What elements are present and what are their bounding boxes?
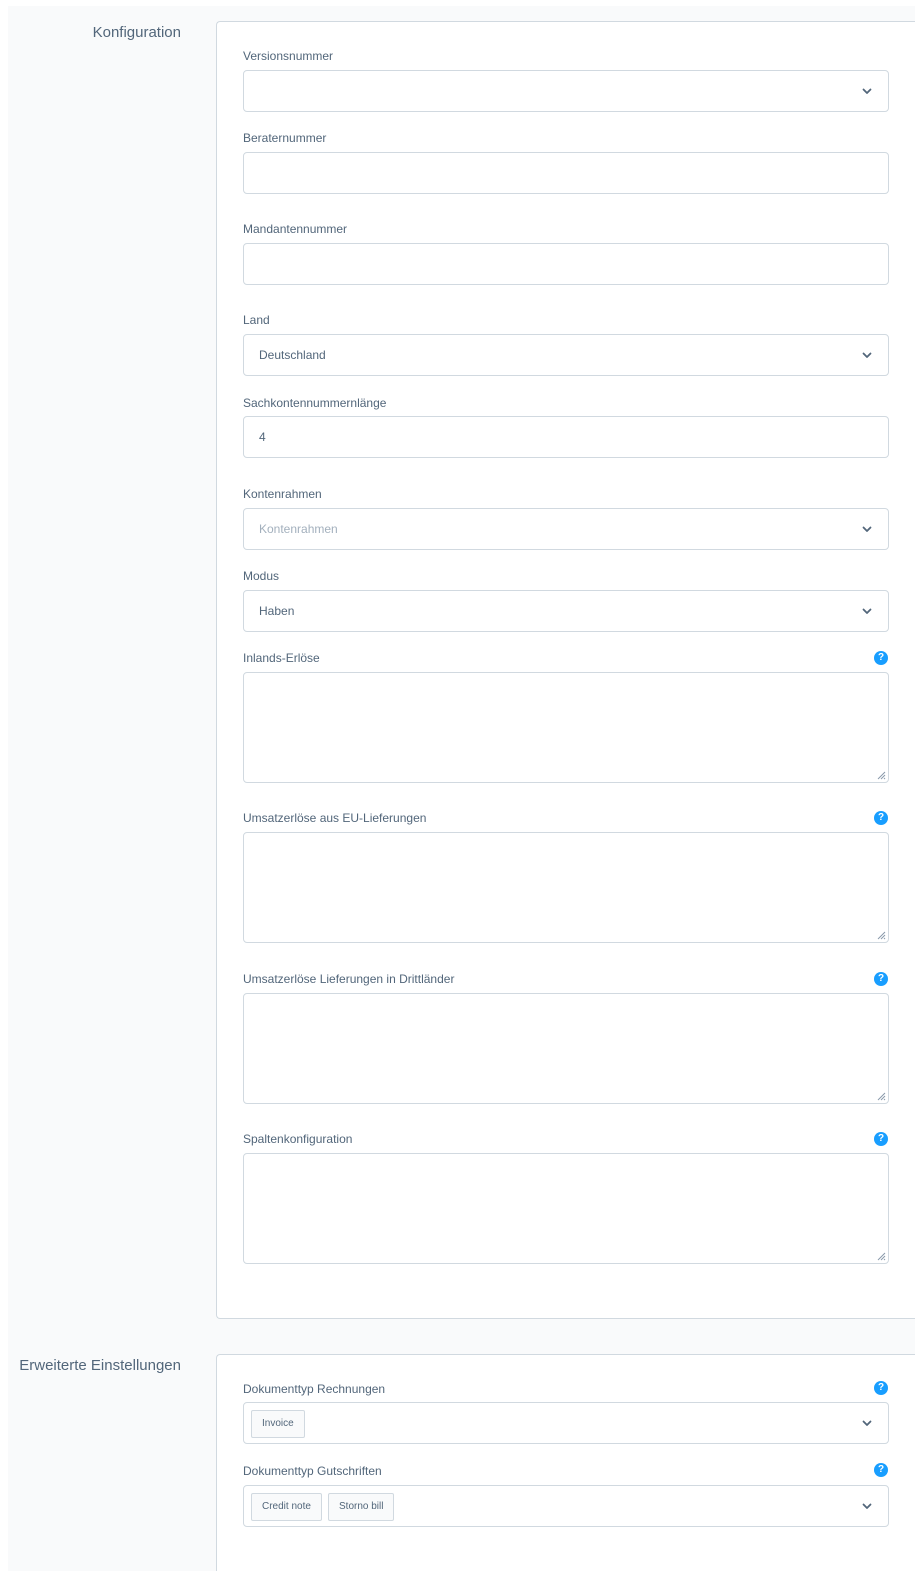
mode-value: Haben <box>259 604 295 618</box>
selected-tag-storno-bill[interactable]: Storno bill <box>328 1493 395 1521</box>
domestic-revenue-textarea[interactable] <box>243 672 889 783</box>
resize-handle-icon[interactable] <box>876 930 886 940</box>
third-country-revenue-label: Umsatzerlöse Lieferungen in Drittländer <box>243 972 455 986</box>
chevron-down-icon <box>862 88 872 94</box>
help-icon[interactable]: ? <box>874 972 888 986</box>
resize-handle-icon[interactable] <box>876 770 886 780</box>
resize-handle-icon[interactable] <box>876 1251 886 1261</box>
account-length-value: 4 <box>259 430 266 444</box>
help-icon[interactable]: ? <box>874 811 888 825</box>
resize-handle-icon[interactable] <box>876 1091 886 1101</box>
help-icon[interactable]: ? <box>874 1463 888 1477</box>
consultant-number-label: Beraternummer <box>243 131 327 145</box>
eu-revenue-textarea[interactable] <box>243 832 889 943</box>
country-value: Deutschland <box>259 348 326 362</box>
help-icon[interactable]: ? <box>874 1132 888 1146</box>
eu-revenue-label: Umsatzerlöse aus EU-Lieferungen <box>243 811 427 825</box>
chart-of-accounts-select[interactable]: Kontenrahmen <box>243 508 889 550</box>
column-config-textarea[interactable] <box>243 1153 889 1264</box>
domestic-revenue-label: Inlands-Erlöse <box>243 651 320 665</box>
country-label: Land <box>243 313 270 327</box>
account-length-label: Sachkontennummernlänge <box>243 396 387 410</box>
country-select[interactable]: Deutschland <box>243 334 889 376</box>
column-config-label: Spaltenkonfiguration <box>243 1132 353 1146</box>
chevron-down-icon <box>862 526 872 532</box>
section-title-advanced-settings: Erweiterte Einstellungen <box>19 1357 181 1374</box>
account-length-input[interactable]: 4 <box>243 416 889 458</box>
selected-tag-credit-note[interactable]: Credit note <box>251 1493 322 1521</box>
consultant-number-input[interactable] <box>243 152 889 194</box>
chevron-down-icon <box>862 608 872 614</box>
section-title-configuration: Konfiguration <box>92 24 181 41</box>
version-select[interactable] <box>243 70 889 112</box>
third-country-revenue-textarea[interactable] <box>243 993 889 1104</box>
invoice-doc-type-label: Dokumenttyp Rechnungen <box>243 1382 386 1396</box>
version-label: Versionsnummer <box>243 49 334 63</box>
invoice-doc-type-multiselect[interactable]: Invoice <box>243 1402 889 1444</box>
chevron-down-icon <box>862 1420 872 1426</box>
mode-select[interactable]: Haben <box>243 590 889 632</box>
chart-of-accounts-placeholder: Kontenrahmen <box>259 522 338 536</box>
chart-of-accounts-label: Kontenrahmen <box>243 487 322 501</box>
help-icon[interactable]: ? <box>874 651 888 665</box>
credit-doc-type-multiselect[interactable]: Credit note Storno bill <box>243 1485 889 1527</box>
chevron-down-icon <box>862 1503 872 1509</box>
configuration-card <box>216 21 915 1319</box>
mode-label: Modus <box>243 569 280 583</box>
client-number-input[interactable] <box>243 243 889 285</box>
selected-tag-invoice[interactable]: Invoice <box>251 1410 305 1438</box>
credit-doc-type-label: Dokumenttyp Gutschriften <box>243 1464 382 1478</box>
client-number-label: Mandantennummer <box>243 222 348 236</box>
chevron-down-icon <box>862 352 872 358</box>
help-icon[interactable]: ? <box>874 1381 888 1395</box>
